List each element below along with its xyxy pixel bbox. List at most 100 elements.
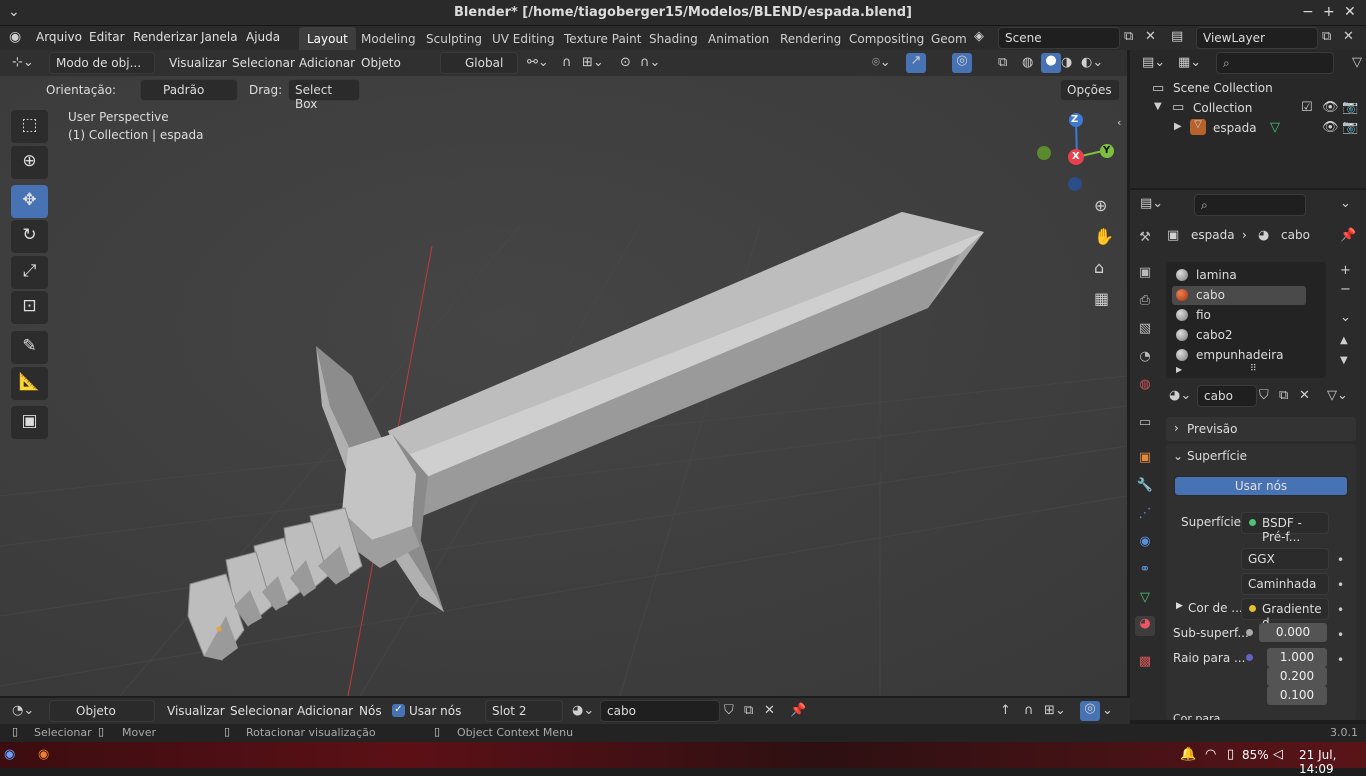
node-menu-selecionar[interactable]: Selecionar	[230, 704, 293, 718]
blender-taskbar-icon[interactable]: ◉	[38, 747, 49, 762]
clock[interactable]: 21 Jul, 14:09	[1299, 748, 1366, 776]
collection-label[interactable]: Collection	[1193, 101, 1252, 115]
orientation-select[interactable]: Padrão	[140, 79, 238, 101]
node-editor-type-icon[interactable]: ◔⌄	[12, 703, 34, 718]
world-tab-icon[interactable]: ◍	[1135, 377, 1155, 397]
float-socket-icon[interactable]	[1246, 629, 1253, 636]
tab-sculpting[interactable]: Sculpting	[418, 27, 490, 50]
vector-socket-icon[interactable]	[1246, 654, 1253, 661]
vp-menu-objeto[interactable]: Objeto	[361, 56, 401, 70]
measure-tool[interactable]: 📐	[11, 367, 48, 400]
collection-checkbox-icon[interactable]: ☑	[1301, 100, 1313, 115]
mesh-data-icon[interactable]: ▽	[1270, 120, 1280, 135]
outliner-display-icon[interactable]: ▦⌄	[1178, 55, 1201, 70]
subsurface-value-field[interactable]: 0.000	[1259, 623, 1327, 642]
close-button[interactable]: ✕	[1344, 4, 1356, 20]
blender-logo-icon[interactable]: ◉	[9, 29, 21, 45]
render-tab-icon[interactable]: ▣	[1135, 265, 1155, 285]
node-unlink-icon[interactable]: ✕	[764, 703, 775, 718]
physics-tab-icon[interactable]: ◉	[1135, 534, 1155, 554]
object-eye-icon[interactable]: 👁	[1322, 120, 1339, 135]
notifications-icon[interactable]: 🔔	[1180, 747, 1196, 762]
node-snap-target-icon[interactable]: ⊞⌄	[1044, 703, 1066, 718]
material-browse-icon[interactable]: ◕⌄	[1169, 388, 1191, 403]
slot-select[interactable]: Slot 2	[485, 700, 563, 722]
menu-arquivo[interactable]: Arquivo	[36, 30, 82, 44]
list-expand-icon[interactable]: ▶	[1176, 365, 1182, 374]
parent-node-icon[interactable]: ↑	[1000, 703, 1011, 718]
menu-ajuda[interactable]: Ajuda	[246, 30, 280, 44]
surface-shader-field[interactable]: BSDF - Pré-f...	[1241, 512, 1329, 544]
visibility-icon[interactable]: ⌾⌄	[872, 55, 891, 70]
remove-slot-icon[interactable]: −	[1340, 282, 1351, 297]
battery-icon[interactable]: ▯	[1227, 747, 1234, 762]
object-expand-icon[interactable]: ▶	[1174, 121, 1182, 132]
list-resize-handle-icon[interactable]: ⠿	[1250, 364, 1257, 374]
options-dropdown[interactable]: Opções	[1060, 79, 1120, 101]
outliner-editor-icon[interactable]: ▤⌄	[1142, 55, 1165, 70]
material-slot-cabo[interactable]: cabo	[1172, 286, 1306, 305]
node-overlay-dropdown-icon[interactable]: ⌄	[1102, 703, 1113, 718]
keyframe-dot-icon[interactable]: •	[1337, 553, 1344, 567]
rotate-tool[interactable]: ↻	[11, 220, 48, 253]
transform-orientation-select[interactable]: Global	[440, 52, 518, 74]
node-menu-adicionar[interactable]: Adicionar	[297, 704, 353, 718]
scene-tab-icon[interactable]: ◔	[1135, 349, 1155, 369]
data-tab-icon[interactable]: ▽	[1135, 590, 1155, 610]
properties-search[interactable]: ⌕	[1194, 194, 1306, 216]
radius-y-field[interactable]: 0.200	[1267, 667, 1327, 686]
material-slot-lamina[interactable]: lamina	[1172, 266, 1306, 285]
add-slot-icon[interactable]: +	[1340, 263, 1351, 278]
vp-menu-visualizar[interactable]: Visualizar	[169, 56, 227, 70]
node-menu-visualizar[interactable]: Visualizar	[167, 704, 225, 718]
editor-type-icon[interactable]: ⊹⌄	[12, 55, 34, 70]
tab-animation[interactable]: Animation	[700, 27, 777, 50]
move-tool[interactable]: ✥	[11, 185, 48, 218]
sidebar-toggle-icon[interactable]: ‹	[1117, 116, 1121, 129]
tab-layout[interactable]: Layout	[299, 27, 356, 50]
radius-x-field[interactable]: 1.000	[1267, 648, 1327, 667]
menu-renderizar[interactable]: Renderizar	[133, 30, 198, 44]
keyframe-dot-icon[interactable]: •	[1337, 578, 1344, 592]
overlay-toggle-icon[interactable]: ◎	[952, 53, 972, 73]
tab-shading[interactable]: Shading	[641, 27, 706, 50]
tab-modeling[interactable]: Modeling	[353, 27, 424, 50]
surface-panel-title[interactable]: Superfície	[1187, 449, 1247, 463]
distribution-select[interactable]: GGX	[1241, 548, 1329, 570]
rendered-shading-icon[interactable]: ◐⌄	[1081, 55, 1103, 70]
unlink-material-icon[interactable]: ✕	[1299, 388, 1310, 403]
camera-icon[interactable]: ⌂	[1094, 258, 1104, 277]
object-label[interactable]: espada	[1213, 121, 1257, 135]
fake-user-icon[interactable]: ⛉	[1259, 388, 1269, 403]
scene-copy-icon[interactable]: ⧉	[1124, 29, 1133, 44]
add-cube-tool[interactable]: ▣	[11, 406, 48, 439]
tool-tab-icon[interactable]: ⚒	[1135, 230, 1155, 250]
tab-rendering[interactable]: Rendering	[772, 27, 849, 50]
xray-icon[interactable]: ⧉	[998, 55, 1007, 70]
scene-collection-label[interactable]: Scene Collection	[1173, 81, 1273, 95]
node-overlay-icon[interactable]: ◎	[1080, 701, 1100, 721]
viewport-canvas[interactable]	[0, 76, 1127, 696]
mode-select[interactable]: Modo de obj...	[49, 52, 155, 74]
menu-editar[interactable]: Editar	[89, 30, 125, 44]
move-slot-up-icon[interactable]: ▲	[1340, 335, 1348, 346]
constraints-tab-icon[interactable]: ⚭	[1135, 562, 1155, 582]
volume-icon[interactable]: ◁	[1273, 747, 1283, 762]
scale-tool[interactable]: ⤢	[11, 256, 48, 289]
tab-compositing[interactable]: Compositing	[841, 27, 932, 50]
node-fake-user-icon[interactable]: ⛉	[724, 703, 734, 718]
3d-viewport[interactable]: User Perspective (1) Collection | espada…	[0, 76, 1127, 696]
transform-tool[interactable]: ⊡	[11, 291, 48, 324]
base-color-field[interactable]: Gradiente d...	[1241, 598, 1329, 630]
wireframe-shading-icon[interactable]: ◍	[1022, 55, 1033, 70]
collection-eye-icon[interactable]: 👁	[1322, 100, 1339, 115]
material-shading-icon[interactable]: ◑	[1061, 55, 1072, 70]
pivot-point-icon[interactable]: ⚯⌄	[527, 55, 549, 70]
drag-select[interactable]: Select Box	[288, 79, 360, 111]
node-material-field[interactable]: cabo	[600, 700, 720, 722]
node-pin-icon[interactable]: 📌	[790, 703, 806, 718]
node-mode-select[interactable]: Objeto	[49, 700, 155, 722]
scene-remove-icon[interactable]: ✕	[1145, 29, 1156, 44]
material-tab-icon[interactable]: ◕	[1135, 616, 1155, 636]
base-color-expand-icon[interactable]: ▶	[1176, 601, 1183, 611]
